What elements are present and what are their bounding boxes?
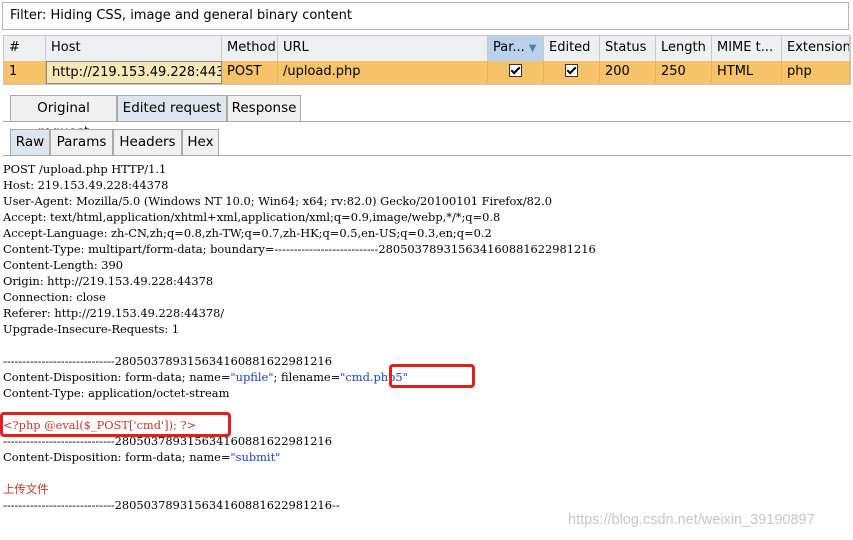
tab-divider — [3, 121, 851, 122]
header-upgrade-insecure: Upgrade-Insecure-Requests: 1 — [3, 322, 180, 336]
content-disposition-submit: Content-Disposition: form-data; name="su… — [3, 449, 280, 465]
header-connection: Connection: close — [3, 290, 106, 304]
row-mime: HTML — [712, 61, 782, 84]
cd-prefix: Content-Disposition: form-data; name= — [3, 370, 231, 384]
tab-response[interactable]: Response — [227, 95, 301, 121]
field-name-submit: "submit" — [230, 450, 281, 464]
edited-checkbox[interactable] — [565, 64, 578, 77]
tab-raw[interactable]: Raw — [10, 129, 50, 155]
header-host: Host: 219.153.49.228:44378 — [3, 178, 169, 192]
tab-original-request[interactable]: Original request — [10, 95, 117, 140]
col-header-number[interactable]: # — [4, 36, 46, 61]
boundary-line-end: -----------------------------28050378931… — [3, 498, 340, 512]
row-params — [488, 61, 544, 84]
row-extension: php — [782, 61, 850, 84]
params-checkbox[interactable] — [509, 64, 522, 77]
col-header-mime[interactable]: MIME t... — [712, 36, 782, 61]
submit-value: 上传文件 — [3, 482, 49, 496]
tab-hex[interactable]: Hex — [182, 129, 219, 155]
cd-prefix-2: Content-Disposition: form-data; name= — [3, 450, 231, 464]
header-content-length: Content-Length: 390 — [3, 258, 124, 272]
col-header-extension[interactable]: Extension — [782, 36, 850, 61]
col-header-length[interactable]: Length — [656, 36, 712, 61]
row-edited — [544, 61, 600, 84]
subtab-divider — [3, 155, 851, 156]
row-method: POST — [222, 61, 278, 84]
col-header-status[interactable]: Status — [600, 36, 656, 61]
row-length: 250 — [656, 61, 712, 84]
row-number: 1 — [4, 61, 46, 84]
row-url: /upload.php — [278, 61, 488, 84]
request-line: POST /upload.php HTTP/1.1 — [3, 162, 167, 176]
watermark: https://blog.csdn.net/weixin_39190897 — [568, 512, 815, 528]
header-referer: Referer: http://219.153.49.228:44378/ — [3, 306, 225, 320]
payload-highlight-box — [0, 412, 231, 437]
sort-down-icon: ▼ — [528, 43, 537, 54]
table-header: # Host Method URL Par... ▼ Edited Status … — [4, 36, 850, 61]
header-content-type: Content-Type: multipart/form-data; bound… — [3, 242, 596, 256]
row-status: 200 — [600, 61, 656, 84]
col-header-params-label: Par... — [493, 40, 525, 55]
part-content-type: Content-Type: application/octet-stream — [3, 386, 230, 400]
filter-bar[interactable]: Filter: Hiding CSS, image and general bi… — [2, 2, 849, 30]
col-header-url[interactable]: URL — [278, 36, 488, 61]
header-user-agent: User-Agent: Mozilla/5.0 (Windows NT 10.0… — [3, 194, 553, 208]
col-header-edited[interactable]: Edited — [544, 36, 600, 61]
history-table: # Host Method URL Par... ▼ Edited Status … — [3, 35, 851, 85]
boundary-line-1: -----------------------------28050378931… — [3, 354, 333, 368]
cd-filename-key: ; filename= — [273, 370, 341, 384]
header-accept-language: Accept-Language: zh-CN,zh;q=0.8,zh-TW;q=… — [3, 226, 492, 240]
header-origin: Origin: http://219.153.49.228:44378 — [3, 274, 214, 288]
filename-highlight-box — [389, 364, 475, 388]
field-name-upfile: "upfile" — [230, 370, 274, 384]
col-header-params[interactable]: Par... ▼ — [488, 36, 544, 61]
header-accept: Accept: text/html,application/xhtml+xml,… — [3, 210, 501, 224]
col-header-method[interactable]: Method — [222, 36, 278, 61]
tab-edited-request[interactable]: Edited request — [117, 95, 227, 121]
col-header-host[interactable]: Host — [46, 36, 222, 61]
tab-params[interactable]: Params — [50, 129, 113, 155]
content-disposition-upfile: Content-Disposition: form-data; name="up… — [3, 369, 408, 385]
row-host: http://219.153.49.228:44378 — [46, 61, 222, 84]
tab-headers[interactable]: Headers — [113, 129, 182, 155]
table-row[interactable]: 1 http://219.153.49.228:44378 POST /uplo… — [4, 61, 850, 84]
